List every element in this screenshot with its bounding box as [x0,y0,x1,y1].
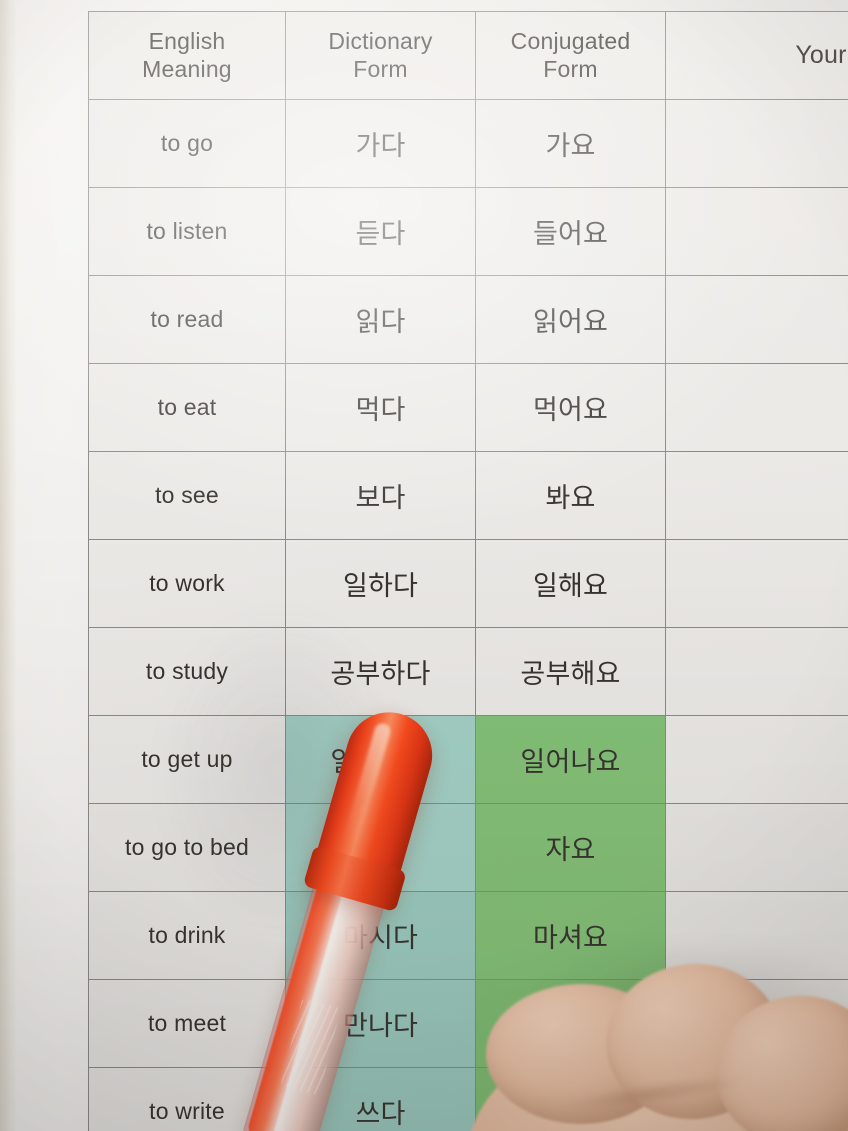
cell-your-practice[interactable] [665,891,848,980]
cell-conjugated-form: 자요 [475,803,666,892]
cell-dictionary-form: 읽다 [285,275,476,364]
cell-english-meaning: to get up [88,715,286,804]
cell-dictionary-form: 일하다 [285,539,476,628]
header-english-meaning: English Meaning [88,11,286,100]
cell-your-practice[interactable] [665,979,848,1068]
cell-your-practice[interactable] [665,539,848,628]
cell-your-practice[interactable] [665,803,848,892]
table-row: to study 공부하다 공부해요 [88,627,848,716]
table-row: to get up 일어나다 일어나요 [88,715,848,804]
table-row: to write 쓰다 [88,1067,848,1131]
cell-conjugated-form: 일어나요 [475,715,666,804]
cell-conjugated-form: 봐요 [475,451,666,540]
cell-conjugated-form: 만나요 [475,979,666,1068]
header-conjugated-line1: Conjugated [510,28,631,55]
cell-english-meaning: to study [88,627,286,716]
cell-dictionary-form: 자다 [285,803,476,892]
cell-dictionary-form: 듣다 [285,187,476,276]
table-row: to read 읽다 읽어요 [88,275,848,364]
table-header: English Meaning Dictionary Form Conjugat… [88,11,848,100]
table-row: to see 보다 봐요 [88,451,848,540]
cell-your-practice[interactable] [665,187,848,276]
table-row: to go to bed 자다 자요 [88,803,848,892]
cell-conjugated-form: 마셔요 [475,891,666,980]
cell-english-meaning: to read [88,275,286,364]
cell-english-meaning: to eat [88,363,286,452]
cell-english-meaning: to go to bed [88,803,286,892]
header-english-line1: English [148,28,226,55]
header-your-practice: Your P [665,11,848,100]
table-row: to meet 만나다 만나요 [88,979,848,1068]
cell-dictionary-form: 마시다 [285,891,476,980]
header-dictionary-form: Dictionary Form [285,11,476,100]
header-conjugated-form: Conjugated Form [475,11,666,100]
cell-conjugated-form: 공부해요 [475,627,666,716]
cell-conjugated-form: 들어요 [475,187,666,276]
cell-your-practice[interactable] [665,451,848,540]
table-row: to listen 듣다 들어요 [88,187,848,276]
cell-conjugated-form: 먹어요 [475,363,666,452]
cell-conjugated-form: 일해요 [475,539,666,628]
vocabulary-table: English Meaning Dictionary Form Conjugat… [88,11,848,1131]
cell-english-meaning: to see [88,451,286,540]
vocabulary-table-container: English Meaning Dictionary Form Conjugat… [88,11,848,1131]
paper-left-edge [0,0,16,1131]
cell-your-practice[interactable] [665,715,848,804]
header-english-line2: Meaning [142,55,232,82]
cell-conjugated-form: 읽어요 [475,275,666,364]
header-row: English Meaning Dictionary Form Conjugat… [88,11,848,100]
table-row: to go 가다 가요 [88,99,848,188]
cell-conjugated-form [475,1067,666,1131]
cell-english-meaning: to go [88,99,286,188]
worksheet-photo: English Meaning Dictionary Form Conjugat… [0,0,848,1131]
table-body: to go 가다 가요 to listen 듣다 들어요 to read 읽다 읽어요 to ea… [88,99,848,1131]
cell-english-meaning: to work [88,539,286,628]
table-row: to work 일하다 일해요 [88,539,848,628]
cell-your-practice[interactable] [665,363,848,452]
header-dictionary-line2: Form [353,55,408,82]
cell-dictionary-form: 일어나다 [285,715,476,804]
table-row: to eat 먹다 먹어요 [88,363,848,452]
cell-english-meaning: to drink [88,891,286,980]
cell-your-practice[interactable] [665,627,848,716]
cell-english-meaning: to listen [88,187,286,276]
header-dictionary-line1: Dictionary [328,28,433,55]
cell-dictionary-form: 쓰다 [285,1067,476,1131]
cell-dictionary-form: 공부하다 [285,627,476,716]
table-row: to drink 마시다 마셔요 [88,891,848,980]
cell-dictionary-form: 먹다 [285,363,476,452]
cell-your-practice[interactable] [665,275,848,364]
cell-your-practice[interactable] [665,1067,848,1131]
cell-your-practice[interactable] [665,99,848,188]
header-conjugated-line2: Form [543,55,598,82]
cell-dictionary-form: 만나다 [285,979,476,1068]
cell-dictionary-form: 보다 [285,451,476,540]
cell-dictionary-form: 가다 [285,99,476,188]
cell-english-meaning: to write [88,1067,286,1131]
cell-english-meaning: to meet [88,979,286,1068]
cell-conjugated-form: 가요 [475,99,666,188]
